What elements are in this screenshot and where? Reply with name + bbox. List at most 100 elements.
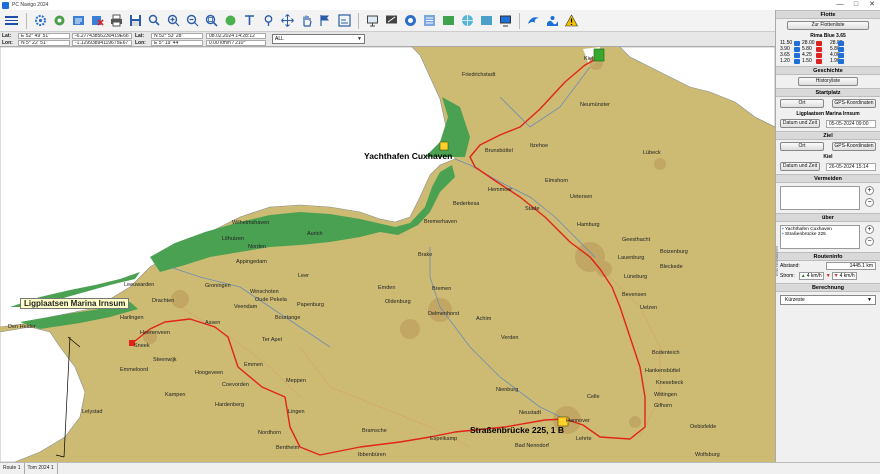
- maximize-button[interactable]: □: [848, 0, 864, 10]
- text-icon[interactable]: [243, 14, 256, 27]
- check-icon: [816, 40, 822, 46]
- menu-icon[interactable]: [0, 10, 22, 31]
- monitor-ais-icon[interactable]: [385, 14, 398, 27]
- waypoint-list[interactable]: ▪ Yachthafen Cuxhaven ▪ Straßenbrücke 22…: [780, 225, 860, 249]
- calculation-select[interactable]: Kürzeste ▼: [780, 295, 876, 305]
- close-button[interactable]: ✕: [864, 0, 880, 10]
- zoom-dropdown-icon[interactable]: [148, 14, 161, 27]
- map-canvas[interactable]: [0, 47, 775, 462]
- label-harlingen: Harlingen: [120, 315, 144, 321]
- lon-dms-value: N 5° 22' 51": [18, 40, 70, 46]
- filter-select[interactable]: ALL ▼: [272, 34, 365, 44]
- label-lehrte: Lehrte: [576, 436, 592, 442]
- ziel-datetime-button[interactable]: Datum und Zeit: [780, 162, 820, 171]
- label-kiel: Kiel: [584, 56, 594, 62]
- label-oldenburg: Oldenburg: [385, 299, 411, 305]
- label-itzehoe: Itzehoe: [530, 143, 549, 149]
- ziel-datetime-value[interactable]: 26-05-2024 15:14: [826, 162, 876, 171]
- baltic-sea: [619, 47, 775, 128]
- dimension-value: 1.50: [802, 58, 812, 64]
- label-wittingen: Wittingen: [654, 392, 677, 398]
- lon-label-2: Lon:: [135, 40, 146, 46]
- chevron-down-icon: ▼: [357, 36, 362, 42]
- zoom-out-icon[interactable]: [186, 14, 199, 27]
- waypoint-item[interactable]: ▪ Straßenbrücke 225: [782, 232, 858, 237]
- label-veendam: Veendam: [234, 304, 258, 310]
- warning-icon[interactable]: [565, 14, 578, 27]
- history-list-button[interactable]: Historyliste: [798, 77, 858, 86]
- avoid-list[interactable]: [780, 186, 860, 210]
- label-oebisfelde: Oebisfelde: [690, 424, 717, 430]
- label-sneek: Sneek: [134, 343, 150, 349]
- arrow-up-icon: ▲: [800, 273, 806, 279]
- label-brake: Brake: [418, 252, 433, 258]
- layers-icon[interactable]: [72, 14, 85, 27]
- waypoint-add-button[interactable]: +: [865, 225, 874, 234]
- position-info-bar: Lat: Lon: E 52° 49' 51" N 5° 22' 51" -6.…: [0, 31, 775, 47]
- fit-icon[interactable]: [205, 14, 218, 27]
- label-bleckede: Bleckede: [660, 264, 683, 270]
- flag-icon[interactable]: [319, 14, 332, 27]
- map-view[interactable]: Kiel Yachthafen Cuxhaven Ligplaatsen Mar…: [0, 47, 775, 462]
- wind-info-tab[interactable]: Wind Informationen: [776, 246, 780, 276]
- label-bederkesa: Bederkesa: [453, 201, 480, 207]
- route-tab[interactable]: Route 1: [0, 463, 25, 474]
- label-yachthafen-cuxhaven[interactable]: Yachthafen Cuxhaven: [364, 151, 452, 161]
- label-hamburg: Hamburg: [577, 222, 600, 228]
- label-wolfsburg: Wolfsburg: [695, 452, 720, 458]
- waypoint-remove-button[interactable]: −: [865, 237, 874, 246]
- ziel-ort-button[interactable]: Ort: [780, 142, 824, 151]
- nmea-icon[interactable]: [480, 14, 493, 27]
- label-celle: Celle: [587, 394, 600, 400]
- label-emmeloord: Emmeloord: [120, 367, 149, 373]
- save-icon[interactable]: [129, 14, 142, 27]
- label-verden: Verden: [501, 335, 519, 341]
- minimize-button[interactable]: —: [832, 0, 848, 10]
- label-bremen: Bremen: [432, 286, 452, 292]
- cuxhaven-marker: [439, 141, 449, 151]
- print-icon[interactable]: [110, 14, 123, 27]
- label-hannover: Hannover: [566, 418, 590, 424]
- pin-icon[interactable]: [262, 14, 275, 27]
- delete-route-icon[interactable]: [91, 14, 104, 27]
- routes-icon[interactable]: [53, 14, 66, 27]
- wave-icon[interactable]: [527, 14, 540, 27]
- circle-icon[interactable]: [224, 14, 237, 27]
- start-gps-button[interactable]: GPS-Koordinaten: [832, 99, 876, 108]
- lon-decimal-value: -1.12993894119675E67: [72, 40, 132, 46]
- label-strassenbruecke[interactable]: Straßenbrücke 225, 1 B: [470, 425, 564, 435]
- label-nienburg: Nienburg: [496, 387, 519, 393]
- screen-icon[interactable]: [499, 14, 512, 27]
- list-icon[interactable]: [423, 14, 436, 27]
- globe-icon[interactable]: [461, 14, 474, 27]
- start-datetime-button[interactable]: Datum und Zeit: [780, 119, 820, 128]
- start-ort-button[interactable]: Ort: [780, 99, 824, 108]
- app-window: PC Navigo 2024 — □ ✕ Lat: Lon: E 52° 49'…: [0, 0, 880, 474]
- cursor-lon-value: E 5° 19' 44": [151, 40, 203, 46]
- compass-icon[interactable]: [404, 14, 417, 27]
- monitor-icon[interactable]: [366, 14, 379, 27]
- geschichte-header: Geschichte: [776, 66, 880, 75]
- fleet-list-button[interactable]: Zur Flottenliste: [787, 21, 869, 30]
- label-elmshorn: Elmshorn: [545, 178, 569, 184]
- check-icon: [838, 58, 844, 64]
- hand-icon[interactable]: [300, 14, 313, 27]
- start-datetime-value[interactable]: 05-05-2024 09:00: [826, 119, 876, 128]
- tour-tab[interactable]: Tom 2024 1: [25, 463, 58, 474]
- avoid-remove-button[interactable]: −: [865, 198, 874, 207]
- avoid-add-button[interactable]: +: [865, 186, 874, 195]
- label-start-marina[interactable]: Ligplaatsen Marina Irnsum: [20, 298, 130, 309]
- layers2-icon[interactable]: [442, 14, 455, 27]
- ziel-gps-button[interactable]: GPS-Koordinaten: [832, 142, 876, 151]
- arrow-down-icon: ▼: [825, 273, 831, 279]
- zoom-in-icon[interactable]: [167, 14, 180, 27]
- toolbar: [0, 10, 775, 31]
- water-icon[interactable]: [546, 14, 559, 27]
- ruler-icon[interactable]: [338, 14, 351, 27]
- distance-value: 1445.1 km: [826, 262, 876, 270]
- crosshair-icon[interactable]: [281, 14, 294, 27]
- label-bourtange: Bourtange: [275, 315, 301, 321]
- settings-icon[interactable]: [34, 14, 47, 27]
- label-meppen: Meppen: [286, 378, 306, 384]
- ueber-header: über: [776, 213, 880, 222]
